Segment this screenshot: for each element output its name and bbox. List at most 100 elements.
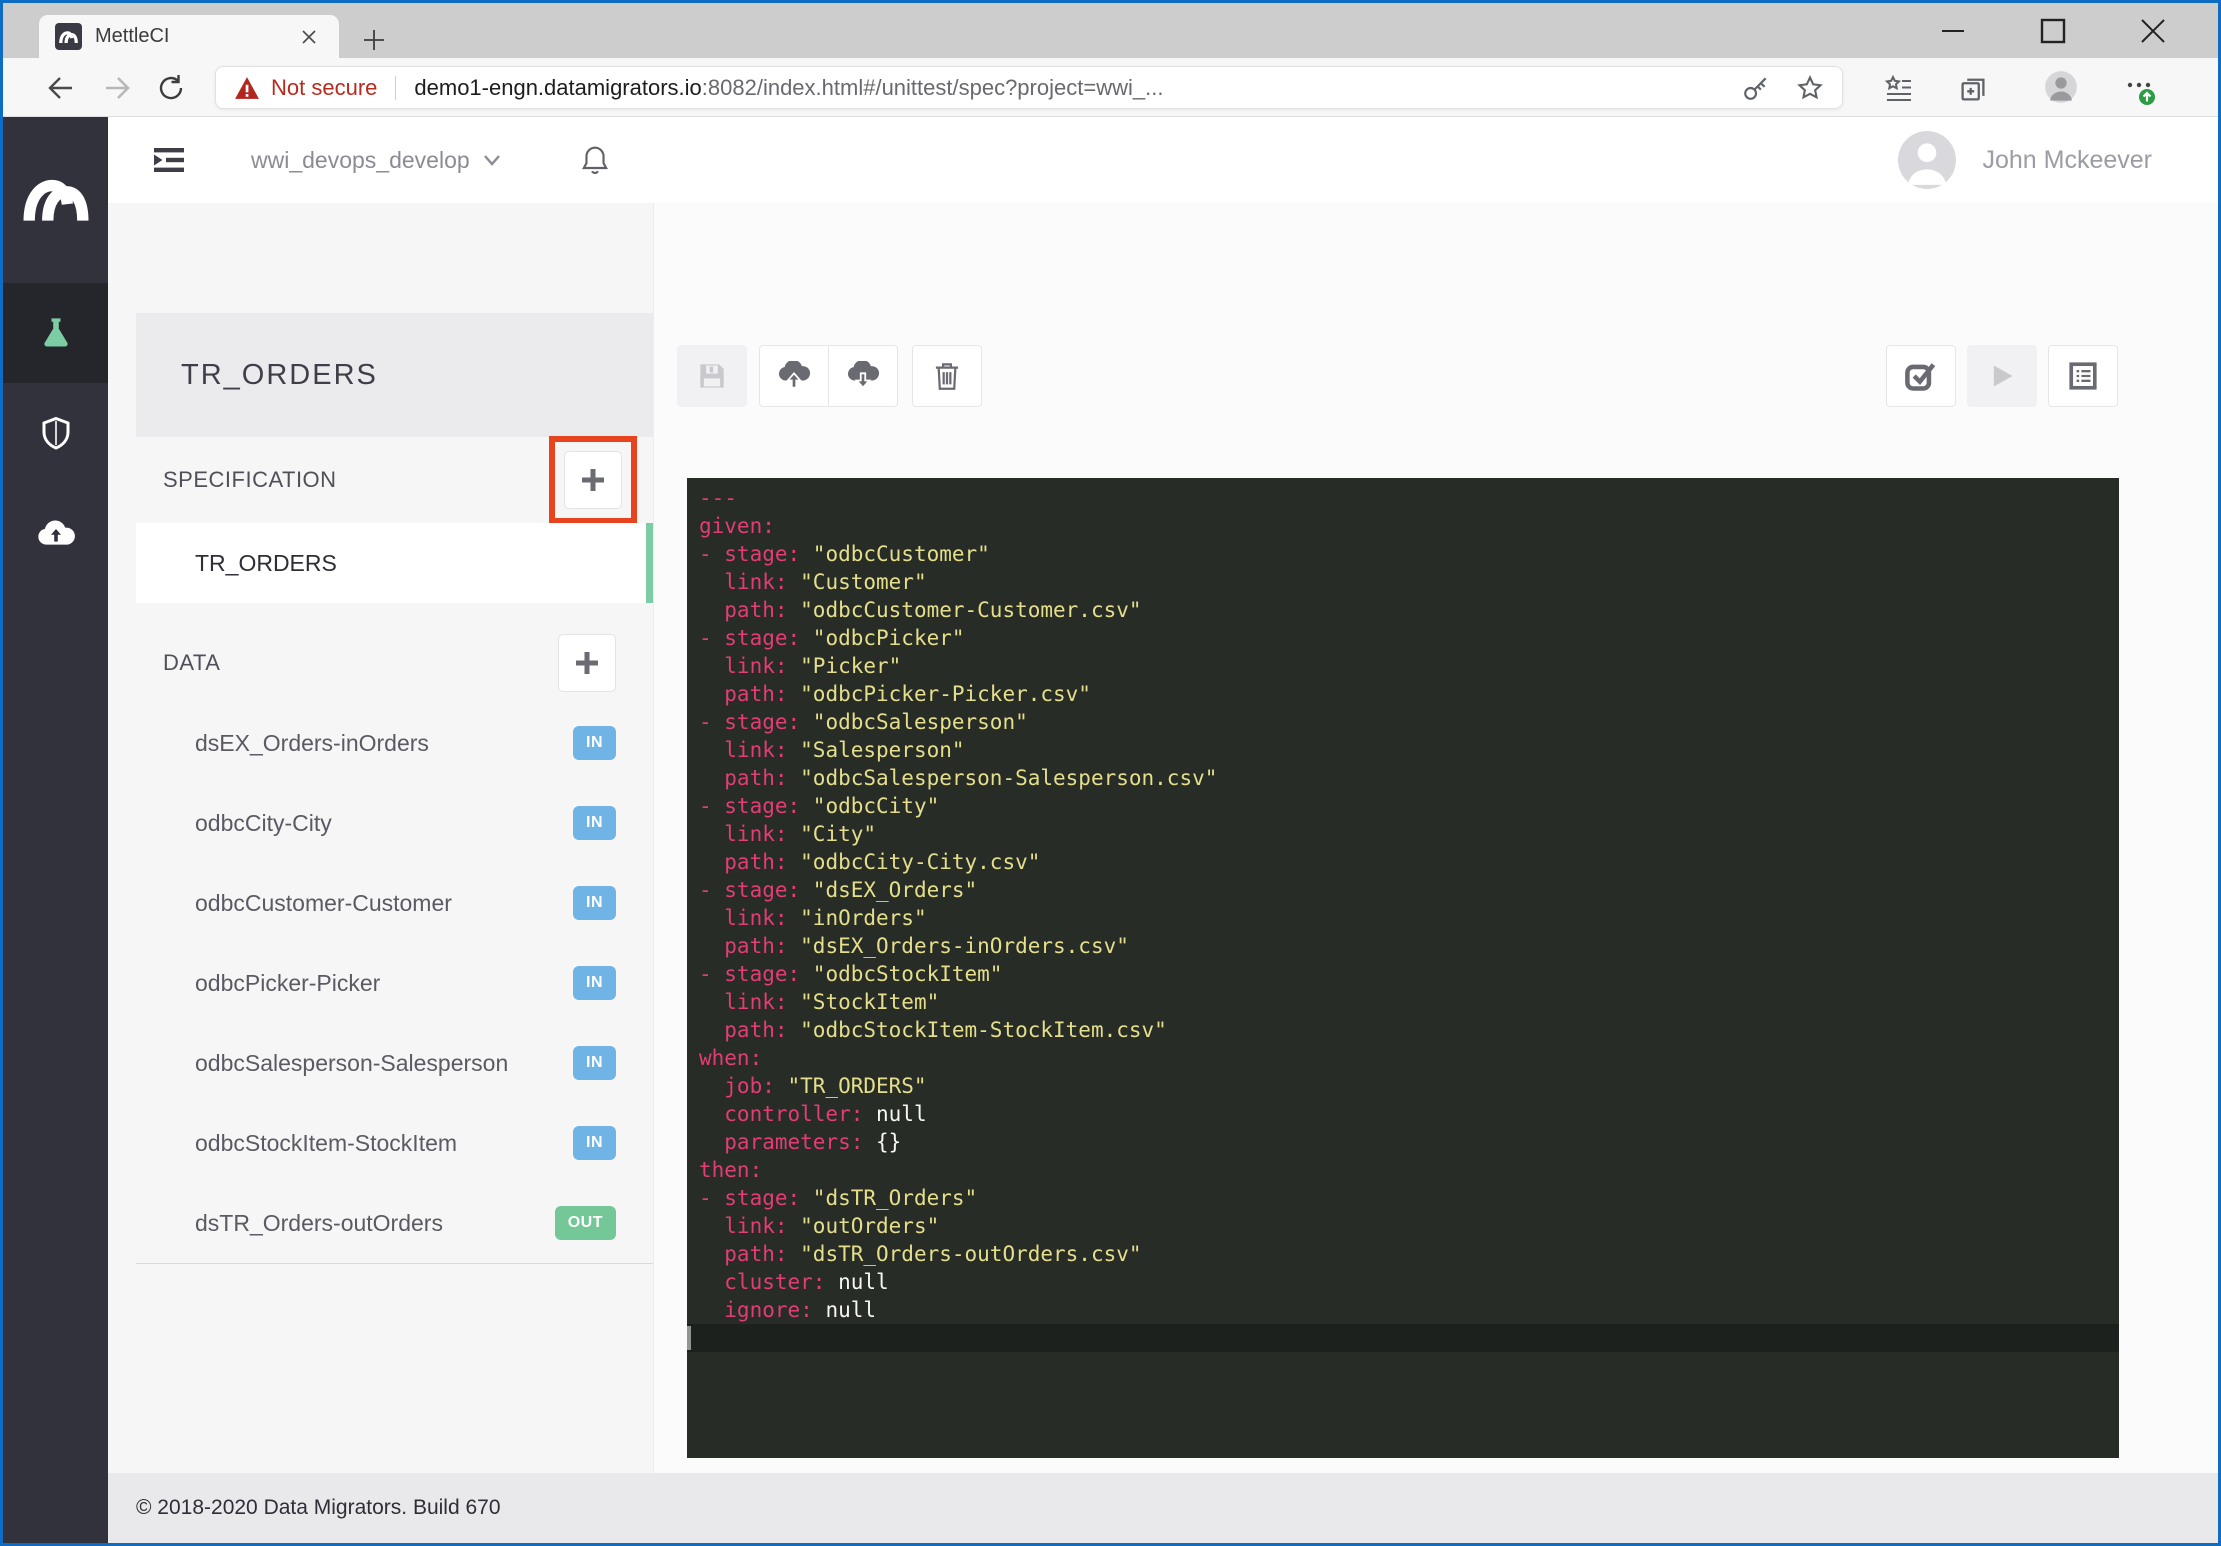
editor-line: --- xyxy=(699,484,2119,512)
editor-line: path: "dsTR_Orders-outOrders.csv" xyxy=(699,1240,2119,1268)
editor-line: path: "odbcSalesperson-Salesperson.csv" xyxy=(699,764,2119,792)
editor-line: link: "outOrders" xyxy=(699,1212,2119,1240)
editor-line: controller: null xyxy=(699,1100,2119,1128)
mettleci-logo[interactable] xyxy=(3,117,108,283)
sidebar-toggle-icon[interactable] xyxy=(153,147,185,173)
data-item-label: odbcCity-City xyxy=(195,810,573,837)
editor-line: path: "odbcStockItem-StockItem.csv" xyxy=(699,1016,2119,1044)
spec-item[interactable]: TR_ORDERS xyxy=(136,523,653,603)
window-controls xyxy=(1903,3,2203,58)
forward-button[interactable] xyxy=(101,72,133,104)
data-item[interactable]: odbcCustomer-CustomerIN xyxy=(136,863,653,943)
editor-line: then: xyxy=(699,1156,2119,1184)
editor-line: path: "odbcCity-City.csv" xyxy=(699,848,2119,876)
address-bar[interactable]: Not secure demo1-engn.datamigrators.io:8… xyxy=(215,66,1843,109)
password-key-icon[interactable] xyxy=(1742,74,1770,102)
add-data-button[interactable] xyxy=(558,634,616,692)
editor-line: link: "StockItem" xyxy=(699,988,2119,1016)
trash-button[interactable] xyxy=(912,345,982,407)
data-item[interactable]: odbcCity-CityIN xyxy=(136,783,653,863)
report-list-button[interactable] xyxy=(2048,345,2118,407)
spec-item-label: TR_ORDERS xyxy=(195,550,337,577)
user-name: John Mckeever xyxy=(1982,146,2152,175)
browser-window: MettleCI xyxy=(0,0,2221,1546)
not-secure-warning-icon xyxy=(234,76,260,100)
editor-line: path: "odbcPicker-Picker.csv" xyxy=(699,680,2119,708)
editor-line: link: "City" xyxy=(699,820,2119,848)
maximize-button[interactable] xyxy=(2003,3,2103,58)
data-item[interactable]: odbcStockItem-StockItemIN xyxy=(136,1103,653,1183)
profile-avatar[interactable] xyxy=(2043,69,2079,105)
cloud-upload-button[interactable] xyxy=(759,345,829,407)
direction-badge: IN xyxy=(573,1126,616,1160)
sidebar-item-compliance[interactable] xyxy=(3,383,108,483)
sidebar-item-unittest[interactable] xyxy=(3,283,108,383)
mettleci-favicon-icon xyxy=(55,23,82,50)
url-text[interactable]: demo1-engn.datamigrators.io:8082/index.h… xyxy=(414,75,1716,101)
editor-toolbar-right xyxy=(1886,345,2118,407)
editor-line: - stage: "odbcCustomer" xyxy=(699,540,2119,568)
new-tab-button[interactable] xyxy=(359,25,389,55)
sidebar-item-deploy[interactable] xyxy=(3,483,108,583)
yaml-spec-editor[interactable]: ---given:- stage: "odbcCustomer" link: "… xyxy=(687,478,2119,1458)
project-selector[interactable]: wwi_devops_develop xyxy=(251,147,502,174)
editor-line: job: "TR_ORDERS" xyxy=(699,1072,2119,1100)
spec-panel: TR_ORDERS SPECIFICATION TR_ORDERS DATA xyxy=(108,203,654,1473)
run-play-button xyxy=(1967,345,2037,407)
validate-check-icon xyxy=(1904,360,1938,392)
shield-icon xyxy=(40,415,72,451)
data-item[interactable]: odbcSalesperson-SalespersonIN xyxy=(136,1023,653,1103)
editor-line: - stage: "dsEX_Orders" xyxy=(699,876,2119,904)
editor-line: when: xyxy=(699,1044,2119,1072)
cloud-download-button[interactable] xyxy=(828,345,898,407)
data-item[interactable]: dsTR_Orders-outOrdersOUT xyxy=(136,1183,653,1263)
report-list-icon xyxy=(2068,361,2098,391)
main-content: ---given:- stage: "odbcCustomer" link: "… xyxy=(655,203,2218,1473)
url-host: demo1-engn.datamigrators.io xyxy=(414,75,701,100)
data-list: dsEX_Orders-inOrdersINodbcCity-CityINodb… xyxy=(136,703,653,1264)
minimize-button[interactable] xyxy=(1903,3,2003,58)
cloud-download-icon xyxy=(846,361,880,391)
data-section-header: DATA xyxy=(136,620,653,706)
editor-line: - stage: "odbcSalesperson" xyxy=(699,708,2119,736)
data-item[interactable]: odbcPicker-PickerIN xyxy=(136,943,653,1023)
editor-cursor-line xyxy=(687,1324,2119,1352)
data-item[interactable]: dsEX_Orders-inOrdersIN xyxy=(136,703,653,783)
cloud-upload-icon xyxy=(36,518,76,548)
notifications-bell-icon[interactable] xyxy=(580,144,610,176)
editor-line: path: "odbcCustomer-Customer.csv" xyxy=(699,596,2119,624)
app-topbar: wwi_devops_develop John Mckeever xyxy=(108,117,2218,203)
favorite-star-icon[interactable] xyxy=(1796,74,1824,102)
add-specification-button[interactable] xyxy=(564,451,622,509)
back-button[interactable] xyxy=(45,72,77,104)
data-item-label: odbcStockItem-StockItem xyxy=(195,1130,573,1157)
editor-line: - stage: "odbcPicker" xyxy=(699,624,2119,652)
editor-line: link: "Picker" xyxy=(699,652,2119,680)
collections-icon[interactable] xyxy=(1955,71,1991,107)
data-item-label: odbcPicker-Picker xyxy=(195,970,573,997)
direction-badge: IN xyxy=(573,806,616,840)
user-avatar xyxy=(1898,131,1956,189)
project-name: wwi_devops_develop xyxy=(251,147,470,174)
specification-label: SPECIFICATION xyxy=(163,467,337,493)
editor-toolbar-left xyxy=(677,345,982,407)
mettleci-app: wwi_devops_develop John Mckeever TR_ORDE… xyxy=(3,117,2218,1543)
close-button[interactable] xyxy=(2103,3,2203,58)
browser-tab[interactable]: MettleCI xyxy=(39,15,339,58)
editor-line: link: "inOrders" xyxy=(699,904,2119,932)
favorites-bar-icon[interactable] xyxy=(1881,71,1917,107)
flask-icon xyxy=(38,315,74,351)
url-path: :8082/index.html#/unittest/spec?project=… xyxy=(702,75,1164,100)
cloud-upload-icon xyxy=(777,361,811,391)
editor-line: parameters: {} xyxy=(699,1128,2119,1156)
not-secure-label[interactable]: Not secure xyxy=(271,75,377,101)
editor-line: ignore: null xyxy=(699,1296,2119,1324)
validate-check-button[interactable] xyxy=(1886,345,1956,407)
browser-menu-ellipsis-icon[interactable] xyxy=(2121,71,2157,107)
tab-close-icon[interactable] xyxy=(295,23,323,51)
refresh-button[interactable] xyxy=(155,72,187,104)
direction-badge: IN xyxy=(573,886,616,920)
panel-title: TR_ORDERS xyxy=(136,313,653,437)
user-menu[interactable]: John Mckeever xyxy=(1898,131,2152,189)
editor-line: link: "Salesperson" xyxy=(699,736,2119,764)
